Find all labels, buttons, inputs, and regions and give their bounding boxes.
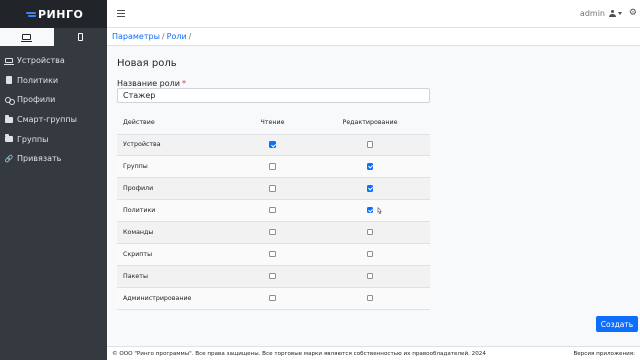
table-row: Команды [117, 221, 430, 244]
sidebar-item-profiles[interactable]: Профили [0, 90, 107, 110]
permissions-table: Действие Чтение Редактирование Устройств… [117, 112, 430, 310]
edit-checkbox[interactable] [366, 228, 374, 236]
users-icon [5, 96, 15, 105]
brand-logo[interactable]: РИНГО [0, 0, 107, 28]
read-checkbox[interactable] [269, 141, 276, 148]
breadcrumb-separator: / [161, 32, 165, 41]
sidebar-item-smart-groups[interactable]: Смарт-группы [0, 110, 107, 130]
edit-checkbox[interactable] [366, 294, 374, 302]
edit-checkbox[interactable] [366, 250, 374, 258]
footer-copyright: © ООО "Ринго программы". Все права защищ… [112, 350, 486, 357]
sidebar-item-label: Профили [17, 95, 56, 105]
column-header-read: Чтение [235, 112, 310, 135]
gear-icon[interactable]: ⚙ [629, 9, 637, 18]
row-action-label: Пакеты [117, 265, 235, 288]
folder-icon [5, 134, 13, 143]
user-name: admin [579, 9, 605, 18]
logo-mark-icon [26, 9, 36, 19]
table-row: Политики [117, 199, 430, 223]
role-name-input[interactable] [117, 88, 430, 103]
sidebar-item-label: Устройства [17, 56, 65, 66]
read-checkbox[interactable] [269, 185, 276, 192]
role-name-label: Название роли * [117, 79, 186, 88]
row-action-label: Группы [117, 155, 235, 179]
edit-checkbox[interactable] [366, 185, 374, 192]
breadcrumb-separator: / [188, 32, 192, 41]
edit-checkbox[interactable] [366, 272, 374, 280]
laptop-icon [21, 34, 33, 42]
table-row: Пакеты [117, 265, 430, 288]
table-row: Скрипты [117, 243, 430, 266]
column-header-action: Действие [117, 112, 235, 135]
row-action-label: Команды [117, 221, 235, 244]
edit-checkbox[interactable] [366, 206, 374, 214]
read-checkbox[interactable] [269, 294, 276, 302]
sidebar-item-policies[interactable]: Политики [0, 71, 107, 91]
tab-mobile[interactable] [54, 28, 108, 46]
read-checkbox[interactable] [269, 163, 276, 170]
phone-icon [77, 33, 83, 41]
user-menu[interactable]: admin [580, 9, 622, 18]
row-action-label: Скрипты [117, 243, 235, 266]
create-button[interactable]: Создать [596, 316, 638, 332]
table-row: Группы [117, 155, 430, 179]
sidebar-item-groups[interactable]: Группы [0, 129, 107, 149]
row-action-label: Администрирование [117, 287, 235, 310]
chevron-down-icon [618, 12, 622, 15]
topbar: admin ⚙ [107, 0, 640, 28]
read-checkbox[interactable] [269, 250, 276, 258]
read-checkbox[interactable] [269, 228, 276, 236]
required-mark: * [181, 79, 186, 88]
column-header-edit: Редактирование [310, 112, 430, 135]
table-row: Устройства [117, 134, 430, 157]
laptop-icon [4, 58, 14, 66]
page-title: Новая роль [117, 58, 177, 69]
menu-toggle-icon[interactable] [117, 10, 125, 17]
link-icon: 🔗 [4, 154, 14, 163]
user-icon [609, 10, 616, 17]
row-action-label: Политики [117, 199, 235, 223]
read-checkbox[interactable] [269, 272, 276, 280]
row-action-label: Устройства [117, 134, 235, 157]
sidebar: РИНГО Устройства Политики Профили Смарт-… [0, 0, 107, 360]
footer-version: Версия приложения: [573, 350, 635, 357]
brand-name: РИНГО [38, 7, 84, 21]
main-content: Новая роль Название роли* Действие Чтени… [107, 46, 640, 346]
folder-icon [5, 114, 13, 123]
read-checkbox[interactable] [269, 206, 276, 214]
edit-checkbox[interactable] [366, 141, 374, 148]
sidebar-item-label: Политики [17, 75, 59, 85]
book-icon [6, 76, 12, 85]
table-row: Профили [117, 177, 430, 201]
table-header-row: Действие Чтение Редактирование [117, 112, 430, 135]
breadcrumb-settings[interactable]: Параметры [112, 32, 160, 41]
sidebar-item-label: Привязать [17, 154, 62, 164]
row-action-label: Профили [117, 177, 235, 201]
tab-desktop[interactable] [0, 28, 54, 46]
sidebar-item-label: Смарт-группы [17, 115, 77, 125]
device-tabs [0, 28, 107, 46]
sidebar-item-devices[interactable]: Устройства [0, 51, 107, 71]
footer: © ООО "Ринго программы". Все права защищ… [107, 346, 640, 360]
edit-checkbox[interactable] [366, 163, 374, 170]
breadcrumb-roles[interactable]: Роли [167, 32, 187, 41]
table-row: Администрирование [117, 287, 430, 310]
sidebar-item-label: Группы [17, 134, 49, 144]
sidebar-nav: Устройства Политики Профили Смарт-группы… [0, 46, 107, 169]
sidebar-item-bind[interactable]: 🔗 Привязать [0, 149, 107, 169]
breadcrumb: Параметры / Роли / [107, 28, 640, 46]
